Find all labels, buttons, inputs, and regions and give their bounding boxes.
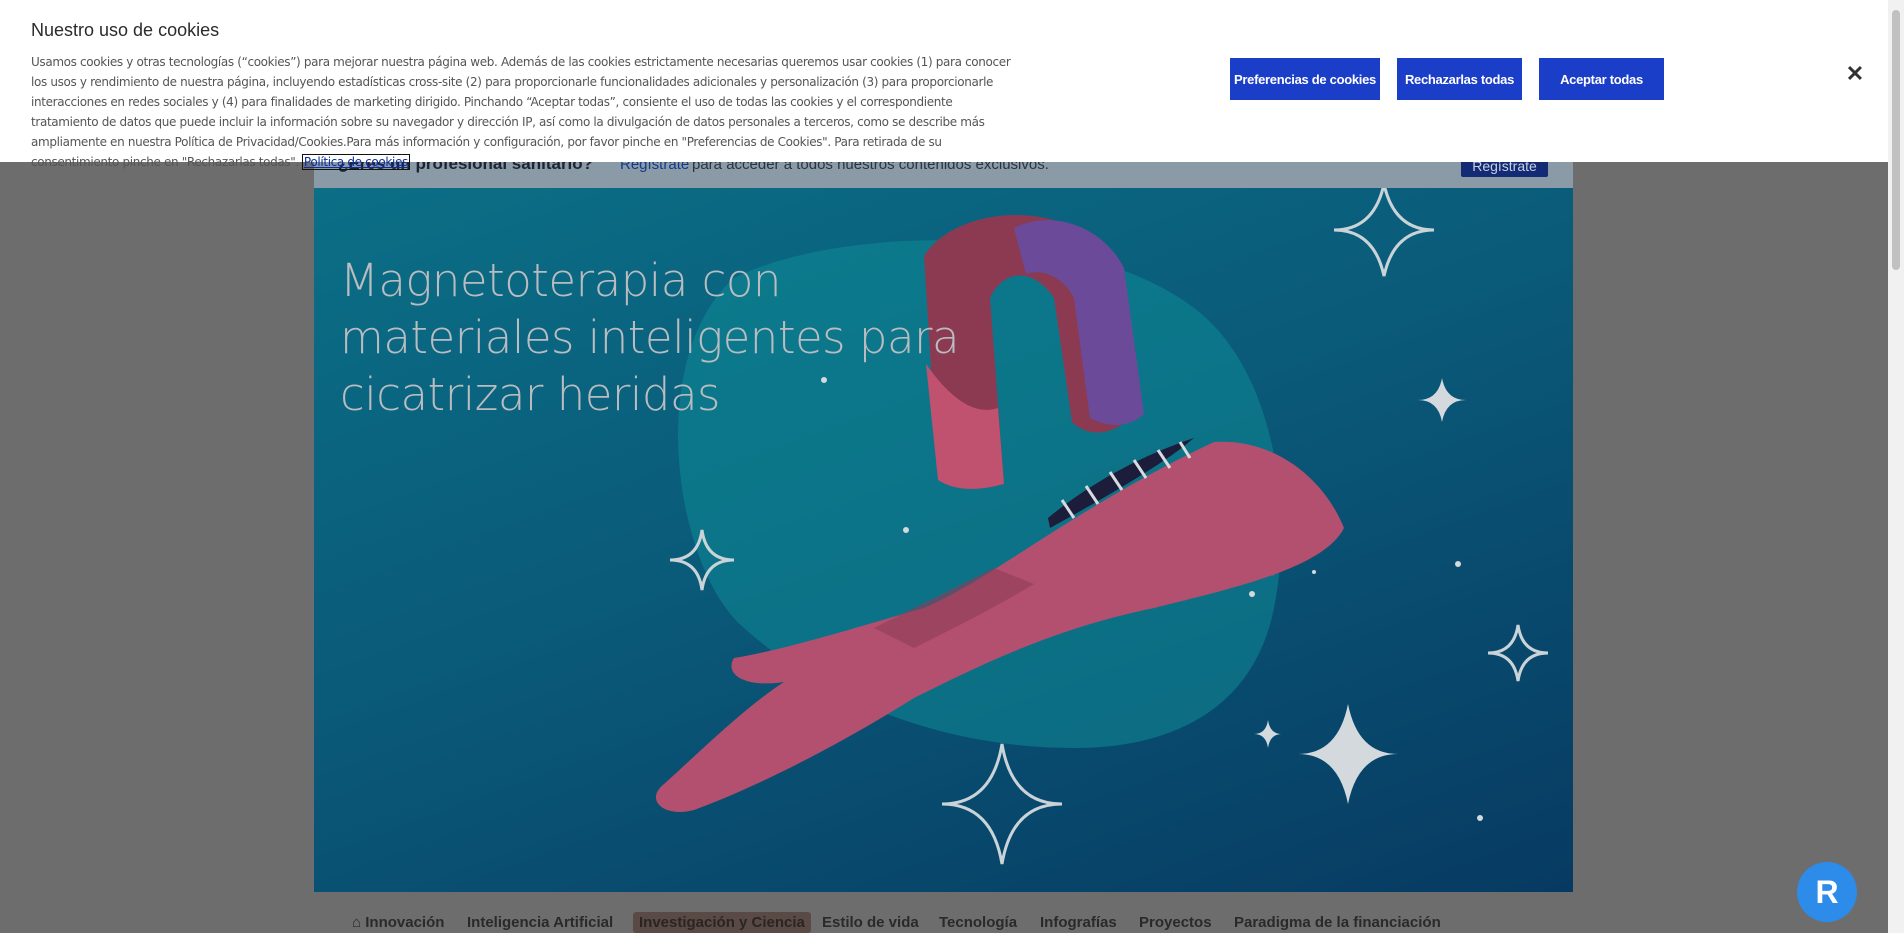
close-icon[interactable]: ✕: [1843, 62, 1867, 86]
cookie-title: Nuestro uso de cookies: [31, 20, 220, 40]
nav-item-estilo[interactable]: Estilo de vida: [822, 914, 919, 931]
assistant-fab-button[interactable]: R: [1797, 862, 1857, 922]
reject-all-button[interactable]: Rechazarlas todas: [1397, 58, 1522, 100]
accept-all-button[interactable]: Aceptar todas: [1539, 58, 1664, 100]
hero-title: Magnetoterapia con materiales inteligent…: [340, 254, 960, 421]
cookie-text: Usamos cookies y otras tecnologías (“coo…: [31, 55, 1011, 169]
category-nav: ⌂ Innovación Inteligencia Artificial Inv…: [314, 910, 1573, 933]
nav-item-infografias[interactable]: Infografías: [1040, 914, 1117, 931]
cookie-description: Usamos cookies y otras tecnologías (“coo…: [31, 52, 1021, 172]
hero-banner: Magnetoterapia con materiales inteligent…: [314, 188, 1573, 892]
assistant-icon: R: [1815, 874, 1839, 910]
nav-item-label: Innovación: [365, 914, 445, 931]
nav-item-innovacion[interactable]: ⌂ Innovación: [352, 914, 444, 931]
cookie-preferences-button[interactable]: Preferencias de cookies: [1230, 58, 1380, 100]
scrollbar[interactable]: [1888, 0, 1904, 933]
nav-item-tecnologia[interactable]: Tecnología: [939, 914, 1017, 931]
cookie-policy-link[interactable]: Política de cookies: [301, 154, 410, 170]
nav-item-proyectos[interactable]: Proyectos: [1139, 914, 1212, 931]
home-icon: ⌂: [352, 914, 362, 931]
nav-item-paradigma[interactable]: Paradigma de la financiación: [1234, 914, 1441, 931]
scrollbar-thumb[interactable]: [1892, 10, 1900, 270]
nav-item-investigacion[interactable]: Investigación y Ciencia: [633, 912, 811, 933]
cookie-banner: Nuestro uso de cookies Usamos cookies y …: [0, 0, 1888, 170]
nav-item-ia[interactable]: Inteligencia Artificial: [467, 914, 613, 931]
